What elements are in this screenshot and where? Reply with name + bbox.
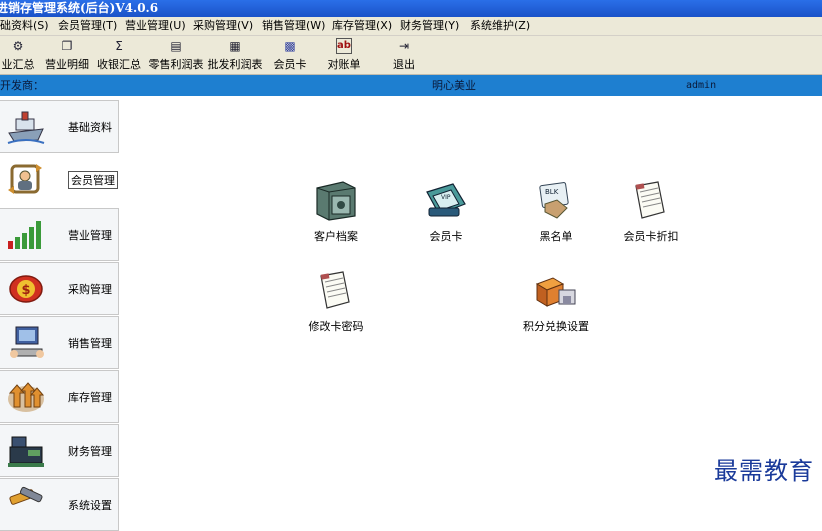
tool-label: 对账单 — [327, 58, 361, 71]
svg-text:VIP: VIP — [441, 194, 451, 201]
sidebar-item-sales[interactable]: 销售管理 — [0, 316, 119, 369]
watermark-text: 最需教育 — [714, 457, 814, 485]
gift-boxes-icon — [535, 277, 576, 307]
status-bar: 开发商： 明心美业 admin — [0, 75, 822, 96]
module-label: 积分兑换设置 — [523, 320, 589, 333]
tool-ledger-button[interactable]: ab 对账单 — [324, 38, 364, 72]
blacklist-icon: BLK — [539, 182, 569, 219]
tools-icon — [9, 486, 43, 505]
current-user: admin — [686, 80, 717, 91]
sidebar-item-label: 财务管理 — [68, 445, 112, 458]
toolbar: ⚙ 业汇总 ❐ 营业明细 Σ 收银汇总 ▤ 零售利润表 ▦ 批发利润表 ▩ 会员… — [0, 36, 822, 75]
tool-label: 零售利润表 — [148, 58, 204, 71]
tool-member-card-button[interactable]: ▩ 会员卡 — [270, 38, 310, 72]
cash-register-icon — [8, 436, 44, 467]
module-label: 修改卡密码 — [308, 320, 364, 333]
sidebar-item-label: 营业管理 — [68, 229, 112, 242]
gear-icon: ⚙ — [12, 39, 24, 53]
sidebar-item-label: 系统设置 — [68, 499, 112, 512]
menu-finance[interactable]: 财务管理(Y) — [400, 19, 459, 33]
sidebar-item-business[interactable]: 营业管理 — [0, 208, 119, 261]
exit-icon: ⇥ — [398, 39, 410, 53]
module-points-exchange-settings[interactable]: 积分兑换设置 — [511, 268, 601, 334]
dollar-coin-icon: $ — [9, 275, 43, 303]
module-customer-records[interactable]: 客户档案 — [291, 178, 381, 244]
menu-basic-data[interactable]: 础资料(S) — [0, 19, 49, 33]
tool-label: 批发利润表 — [207, 58, 263, 71]
grid-icon: ▦ — [229, 39, 241, 53]
svg-text:BLK: BLK — [545, 188, 559, 196]
tool-wholesale-profit-button[interactable]: ▦ 批发利润表 — [206, 38, 264, 72]
module-label: 客户档案 — [314, 230, 358, 243]
tool-retail-profit-button[interactable]: ▤ 零售利润表 — [146, 38, 206, 72]
member-cycle-icon — [8, 164, 42, 194]
window-title: 进销存管理系统(后台)V4.0.6 — [0, 1, 159, 15]
tool-label: 收银汇总 — [97, 58, 141, 71]
tool-summary-button[interactable]: ⚙ 业汇总 — [0, 38, 38, 72]
menu-system[interactable]: 系统维护(Z) — [470, 19, 530, 33]
sigma-icon: Σ — [115, 39, 123, 53]
sidebar-item-finance[interactable]: 财务管理 — [0, 424, 119, 477]
sidebar-item-label: 会员管理 — [68, 171, 118, 189]
sidebar-item-purchase[interactable]: $ 采购管理 — [0, 262, 119, 315]
menu-sales[interactable]: 销售管理(W) — [262, 19, 325, 33]
company-name: 明心美业 — [432, 79, 476, 92]
module-change-card-password[interactable]: 修改卡密码 — [291, 268, 381, 334]
tool-label: 退出 — [393, 58, 415, 71]
password-doc-icon — [320, 271, 350, 309]
module-label: 黑名单 — [539, 230, 573, 243]
developer-label: 开发商： — [0, 79, 44, 92]
sidebar-item-label: 采购管理 — [68, 283, 112, 296]
sidebar-item-label: 基础资料 — [68, 121, 112, 134]
sidebar: 基础资料 会员管理 营业管理 $ 采购管理 销售管理 库存管理 财务管理 系统设… — [0, 100, 120, 531]
menu-member[interactable]: 会员管理(T) — [58, 19, 117, 33]
ship-icon — [7, 111, 45, 144]
menu-business[interactable]: 营业管理(U) — [125, 19, 186, 33]
stock-arrows-icon — [8, 382, 45, 412]
module-member-card[interactable]: VIP 会员卡 — [401, 178, 491, 244]
bar-chart-icon — [8, 221, 41, 249]
card-icon: ▩ — [284, 39, 296, 53]
svg-text:$: $ — [21, 283, 30, 298]
tool-label: 营业明细 — [45, 58, 89, 71]
sidebar-item-basic-data[interactable]: 基础资料 — [0, 100, 119, 153]
report-icon: ▤ — [170, 39, 182, 53]
module-label: 会员卡 — [429, 230, 463, 243]
sidebar-item-label: 库存管理 — [68, 391, 112, 404]
tool-exit-button[interactable]: ⇥ 退出 — [384, 38, 424, 72]
member-card-icon: VIP — [426, 183, 466, 217]
ledger-icon: ab — [336, 38, 352, 54]
sidebar-item-system[interactable]: 系统设置 — [0, 478, 119, 531]
menu-purchase[interactable]: 采购管理(V) — [193, 19, 253, 33]
tool-cash-summary-button[interactable]: Σ 收银汇总 — [96, 38, 142, 72]
sidebar-item-label: 销售管理 — [68, 337, 112, 350]
tool-detail-button[interactable]: ❐ 营业明细 — [42, 38, 92, 72]
tool-label: 业汇总 — [1, 58, 35, 71]
module-blacklist[interactable]: BLK 黑名单 — [511, 178, 601, 244]
menu-bar: 础资料(S) 会员管理(T) 营业管理(U) 采购管理(V) 销售管理(W) 库… — [0, 17, 822, 36]
discount-doc-icon — [635, 181, 665, 219]
module-member-card-discount[interactable]: 会员卡折扣 — [606, 178, 696, 244]
menu-inventory[interactable]: 库存管理(X) — [332, 19, 392, 33]
windows-icon: ❐ — [61, 39, 73, 53]
tool-label: 会员卡 — [273, 58, 307, 71]
sidebar-item-member[interactable]: 会员管理 — [0, 154, 118, 205]
module-label: 会员卡折扣 — [623, 230, 679, 243]
sidebar-item-inventory[interactable]: 库存管理 — [0, 370, 119, 423]
title-bar: 进销存管理系统(后台)V4.0.6 — [0, 0, 822, 17]
safe-icon — [316, 181, 356, 221]
computer-icon — [10, 326, 44, 358]
